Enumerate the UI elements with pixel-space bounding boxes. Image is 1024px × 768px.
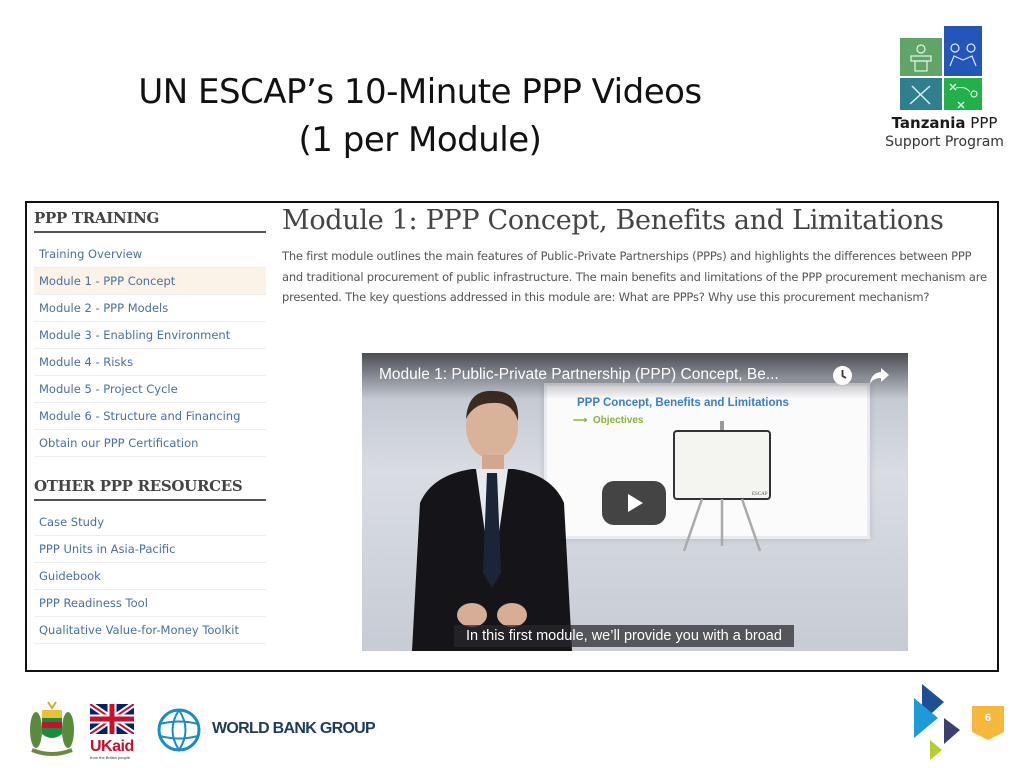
tanzania-coat-of-arms-icon [30, 701, 74, 756]
video-title[interactable]: Module 1: Public-Private Partnership (PP… [379, 366, 779, 384]
logo-name: Tanzania PPP [872, 114, 1017, 132]
ukaid-text: UKaid [90, 739, 134, 755]
page-number: 6 [984, 712, 992, 724]
union-jack-icon [88, 701, 136, 737]
handshake-icon [944, 26, 982, 76]
training-item[interactable]: Module 3 - Enabling Environment [34, 322, 266, 349]
play-icon[interactable] [602, 481, 666, 525]
tools-icon [900, 78, 942, 110]
video-caption: In this first module, we’ll provide you … [454, 625, 794, 647]
strategy-icon [944, 78, 982, 110]
easel-label: ESCAP [752, 492, 768, 497]
logo-grid [900, 26, 982, 110]
easel-icon: ESCAP [673, 421, 771, 552]
module-title: Module 1: PPP Concept, Benefits and Limi… [282, 205, 944, 236]
world-bank-group-text: WORLD BANK GROUP [212, 720, 376, 737]
slide-title-line1: UN ESCAP’s 10-Minute PPP Videos [138, 72, 702, 112]
resource-item[interactable]: Case Study [34, 509, 266, 536]
training-item[interactable]: Module 4 - Risks [34, 349, 266, 376]
sidebar-heading-resources: OTHER PPP RESOURCES [34, 477, 266, 501]
resource-item[interactable]: PPP Units in Asia-Pacific [34, 536, 266, 563]
ukaid-uk: UK [90, 738, 113, 755]
slide-title: UN ESCAP’s 10-Minute PPP Videos (1 per M… [60, 68, 780, 164]
board-objective-text: Objectives [592, 415, 644, 426]
resource-item[interactable]: Qualitative Value-for-Money Toolkit [34, 617, 266, 644]
training-item[interactable]: Module 6 - Structure and Financing [34, 403, 266, 430]
tanzania-ppp-logo: Tanzania PPP Support Program [872, 26, 1017, 156]
brand-arrows-icon [914, 684, 960, 760]
slide-title-line2: (1 per Module) [298, 120, 542, 160]
logo-subtitle: Support Program [885, 134, 1004, 150]
ukaid-aid: aid [112, 738, 134, 755]
training-item[interactable]: Training Overview [34, 241, 266, 268]
module-description: The first module outlines the main featu… [282, 249, 987, 305]
logo-name-bold: Tanzania [891, 114, 966, 132]
training-item[interactable]: Module 5 - Project Cycle [34, 376, 266, 403]
world-bank-globe-icon [157, 708, 201, 752]
website-screenshot: PPP TRAINING Training Overview Module 1 -… [25, 201, 999, 672]
ukaid-logo: UKaid from the British people [88, 701, 136, 760]
video-player[interactable]: PPP Concept, Benefits and Limitations ⟶ … [362, 353, 908, 651]
training-list: Training Overview Module 1 - PPP Concept M… [34, 241, 266, 457]
training-item[interactable]: Obtain our PPP Certification [34, 430, 266, 457]
training-item[interactable]: Module 2 - PPP Models [34, 295, 266, 322]
clock-icon[interactable] [832, 365, 853, 386]
presenter-image [412, 390, 572, 651]
page-number-badge: 6 [972, 706, 1004, 740]
training-item[interactable]: Module 1 - PPP Concept [34, 268, 266, 295]
resource-list: Case Study PPP Units in Asia-Pacific Guide… [34, 509, 266, 644]
share-icon[interactable] [869, 367, 889, 385]
podium-icon [900, 38, 942, 76]
main-content: Module 1: PPP Concept, Benefits and Limi… [282, 203, 992, 308]
resource-item[interactable]: Guidebook [34, 563, 266, 590]
resource-item[interactable]: PPP Readiness Tool [34, 590, 266, 617]
logo-name-rest: PPP [965, 114, 998, 132]
sidebar-heading-training: PPP TRAINING [34, 209, 266, 233]
ukaid-subtitle: from the British people [90, 755, 131, 760]
sidebar: PPP TRAINING Training Overview Module 1 -… [34, 209, 266, 644]
